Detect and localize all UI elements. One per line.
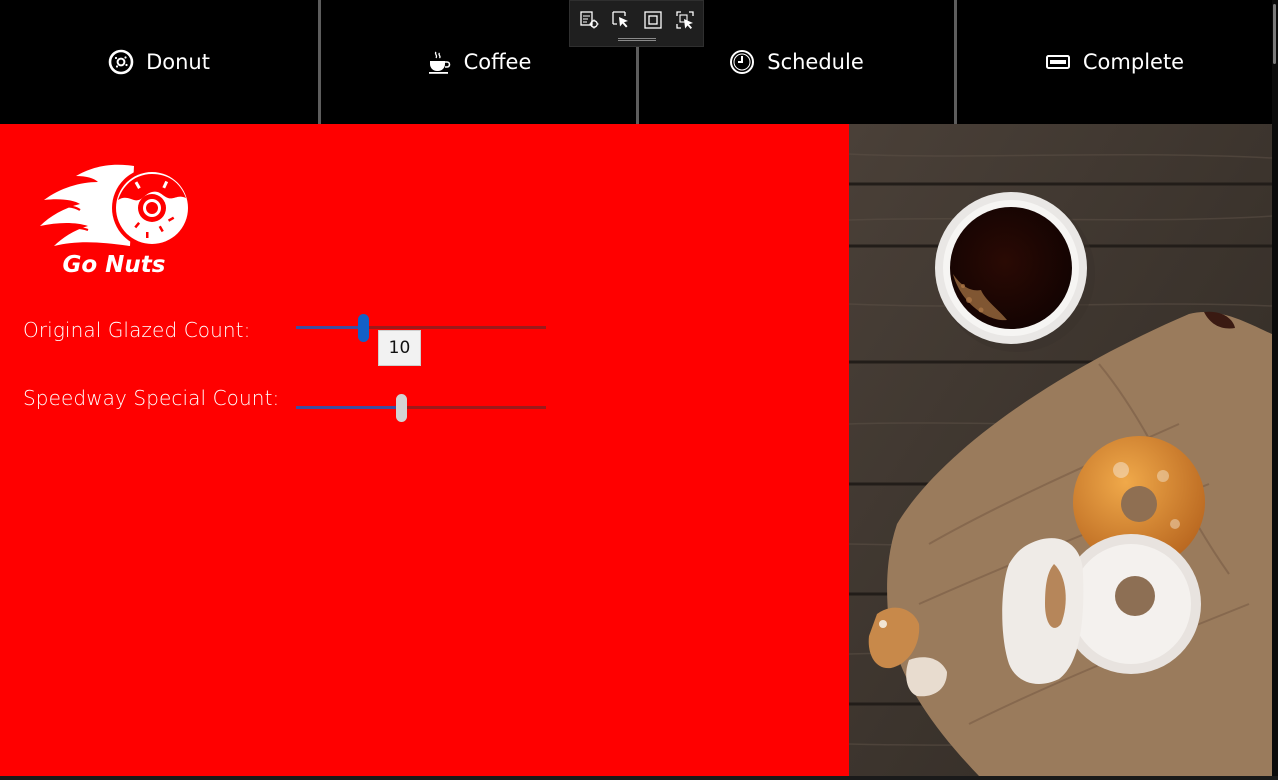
scrollbar-thumb[interactable] xyxy=(1273,4,1276,64)
nav-tab-donut-label: Donut xyxy=(146,50,210,74)
slider-thumb[interactable] xyxy=(358,314,369,342)
nav-tab-complete-label: Complete xyxy=(1082,50,1185,74)
ticket-icon xyxy=(1045,49,1071,75)
go-nuts-logo: Go Nuts xyxy=(38,160,194,280)
slider-track-rest xyxy=(401,406,546,409)
nav-tab-complete[interactable]: Complete xyxy=(954,0,1272,124)
bottom-edge xyxy=(0,776,1278,780)
display-layout-adorners-icon[interactable] xyxy=(642,9,664,31)
order-panel: Go Nuts Original Glazed Count: 10 Speedw… xyxy=(0,124,849,776)
coffee-and-donuts-photo xyxy=(849,124,1272,776)
nav-tab-coffee-label: Coffee xyxy=(463,50,532,74)
slider-thumb[interactable] xyxy=(396,394,407,422)
speedway-special-slider[interactable] xyxy=(296,392,546,422)
select-element-icon[interactable] xyxy=(610,9,632,31)
nav-tab-donut[interactable]: Donut xyxy=(0,0,318,124)
slider-track-filled xyxy=(296,326,364,329)
nav-tab-schedule-label: Schedule xyxy=(767,50,864,74)
slider-track-filled xyxy=(296,406,402,409)
logo-wordmark: Go Nuts xyxy=(63,252,166,278)
donut-icon xyxy=(108,49,134,75)
coffee-cup-icon xyxy=(426,49,452,75)
xaml-debug-toolbar xyxy=(569,0,704,47)
slider-track-rest xyxy=(363,326,546,329)
speedway-special-label: Speedway Special Count: xyxy=(23,386,280,410)
slider-value-tooltip: 10 xyxy=(378,330,421,366)
live-visual-tree-icon[interactable] xyxy=(578,9,600,31)
toolbar-drag-grip[interactable] xyxy=(617,38,656,41)
track-focus-icon[interactable] xyxy=(674,9,696,31)
vertical-scrollbar[interactable] xyxy=(1272,0,1278,780)
original-glazed-slider[interactable] xyxy=(296,312,546,342)
clock-icon xyxy=(729,49,755,75)
original-glazed-label: Original Glazed Count: xyxy=(23,318,251,342)
